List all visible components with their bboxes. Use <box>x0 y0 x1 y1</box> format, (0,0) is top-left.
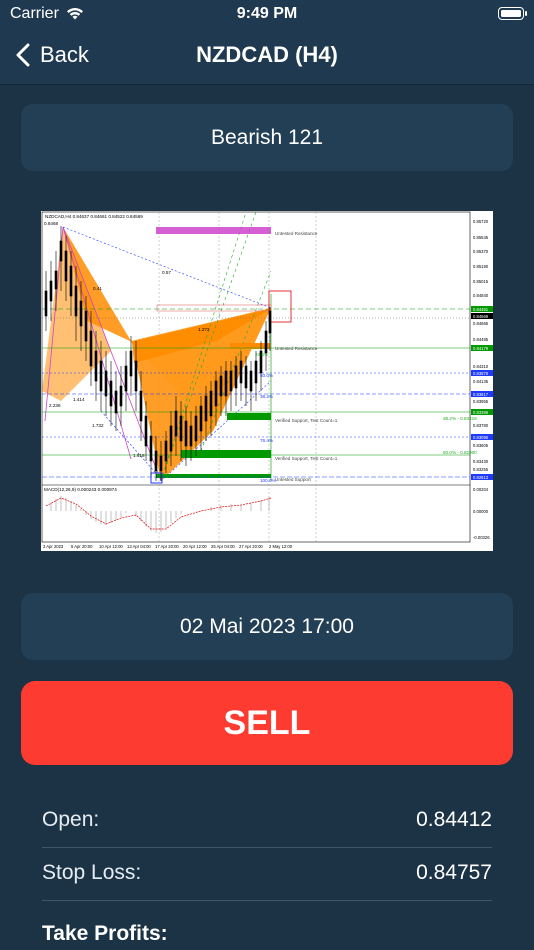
fib-label-2: 1.272 <box>198 327 210 332</box>
price-tick-5: 0.84840 <box>473 293 489 298</box>
time-label-4: 17 Apr 20:00 <box>155 544 179 549</box>
time-label-8: 2 May 12:00 <box>269 544 293 549</box>
price-tick-21: -0.00326 <box>473 535 490 540</box>
fib-label-7: 1.618 <box>133 453 145 458</box>
price-tick-0: 0.85720 <box>473 219 489 224</box>
pattern-chart-image: NZDCAD,H4 0.84637 0.84661 0.84522 0.8456… <box>41 211 493 551</box>
price-badge-2: 0.84179 <box>473 346 489 351</box>
price-badge-4: 0.83617 <box>473 392 489 397</box>
fib-label-8: 38.2% <box>260 394 273 399</box>
price-tick-2: 0.85370 <box>473 249 489 254</box>
open-price-row: Open: 0.84412 <box>42 794 492 846</box>
price-badge-3: 0.83879 <box>473 371 489 376</box>
time-label-2: 10 Apr 12:00 <box>99 544 123 549</box>
chart-top-price-label: 0.8468 <box>44 221 58 226</box>
macd-label: MACD(12,26,9) 0.000243 0.000974 <box>44 487 117 492</box>
price-badge-5: 0.83396 <box>473 410 489 415</box>
fib-label-0: 0.57 <box>162 270 171 275</box>
price-tick-9: 0.84135 <box>473 379 489 384</box>
fib-label-4: 1.414 <box>73 397 85 402</box>
time-label-6: 25 Apr 04:00 <box>211 544 235 549</box>
status-bar: Carrier 9:49 PM <box>0 0 534 30</box>
price-badge-1: 0.84569 <box>473 314 489 319</box>
back-button[interactable]: Back <box>16 40 89 70</box>
price-tick-20: 0.00000 <box>473 509 489 514</box>
fib-label-6: 1.732 <box>92 423 104 428</box>
price-tick-19: 0.00204 <box>473 487 489 492</box>
chart-header-text: NZDCAD,H4 0.84637 0.84661 0.84522 0.8456… <box>45 214 143 219</box>
navigation-bar: Back NZDCAD (H4) <box>0 30 534 85</box>
take-profits-heading: Take Profits: <box>42 922 168 945</box>
fib-label-3: 23.6% <box>255 352 268 357</box>
fib-label-5: 2.236 <box>49 403 61 408</box>
time-label-1: 5 Apr 20:00 <box>71 544 93 549</box>
chevron-left-icon <box>16 43 30 67</box>
price-badge-7: 0.82613 <box>473 475 489 480</box>
price-tick-3: 0.85190 <box>473 264 489 269</box>
zone-label-2: Untested Resistance <box>275 346 318 351</box>
time-label-7: 27 Apr 20:00 <box>239 544 263 549</box>
price-tick-13: 0.83430 <box>473 459 489 464</box>
price-tick-10: 0.83955 <box>473 399 489 404</box>
price-tick-1: 0.85545 <box>473 235 489 240</box>
time-label-0: 3 Apr 2023 <box>43 544 64 549</box>
zone-label-5: Untested Support <box>275 477 311 482</box>
divider <box>42 900 492 901</box>
price-tick-6: 0.84665 <box>473 321 489 326</box>
price-tick-8: 0.84310 <box>473 364 489 369</box>
time-label-5: 20 Apr 12:00 <box>183 544 207 549</box>
right-fib-label-1: 50.0% - 0.82900 <box>443 450 477 455</box>
pattern-name: Bearish 121 <box>210 125 324 149</box>
open-label: Open: <box>42 808 100 831</box>
signal-date-card: 02 Mai 2023 17:00 <box>21 593 513 660</box>
sell-button[interactable]: SELL <box>21 681 513 765</box>
price-tick-12: 0.83605 <box>473 443 489 448</box>
stop-loss-label: Stop Loss: <box>42 861 142 884</box>
fib-label-1: 0.41 <box>93 286 102 291</box>
stop-loss-value: 0.84757 <box>416 861 492 884</box>
fib-label-10: 50.0% <box>260 373 273 378</box>
chart-screenshot: NZDCAD,H4 0.84637 0.84661 0.84522 0.8456… <box>41 211 493 549</box>
pattern-name-card: Bearish 121 <box>21 104 513 171</box>
price-tick-14: 0.83255 <box>473 467 489 472</box>
right-fib-label-0: 38.2% - 0.83319 <box>443 416 477 421</box>
open-value: 0.84412 <box>416 808 492 831</box>
back-label: Back <box>40 42 89 67</box>
clock: 9:49 PM <box>236 5 298 22</box>
price-tick-11: 0.83780 <box>473 423 489 428</box>
fib-label-11: 100.0% <box>260 478 276 483</box>
zone-label-4: Verified Support, Test Count=1 <box>275 456 338 461</box>
price-badge-6: 0.83096 <box>473 435 489 440</box>
price-tick-4: 0.85015 <box>473 279 489 284</box>
zone-label-3: Verified Support, Test Count=1 <box>275 418 338 423</box>
stop-loss-row: Stop Loss: 0.84757 <box>42 847 492 899</box>
battery-icon <box>498 7 527 20</box>
signal-date: 02 Mai 2023 17:00 <box>180 614 354 638</box>
fib-label-9: 76.4% <box>260 438 273 443</box>
price-tick-7: 0.84485 <box>473 337 489 342</box>
zone-label-1: Untested Resistance <box>275 231 318 236</box>
time-label-3: 13 Apr 04:00 <box>127 544 151 549</box>
price-badge-0: 0.84461 <box>473 307 489 312</box>
